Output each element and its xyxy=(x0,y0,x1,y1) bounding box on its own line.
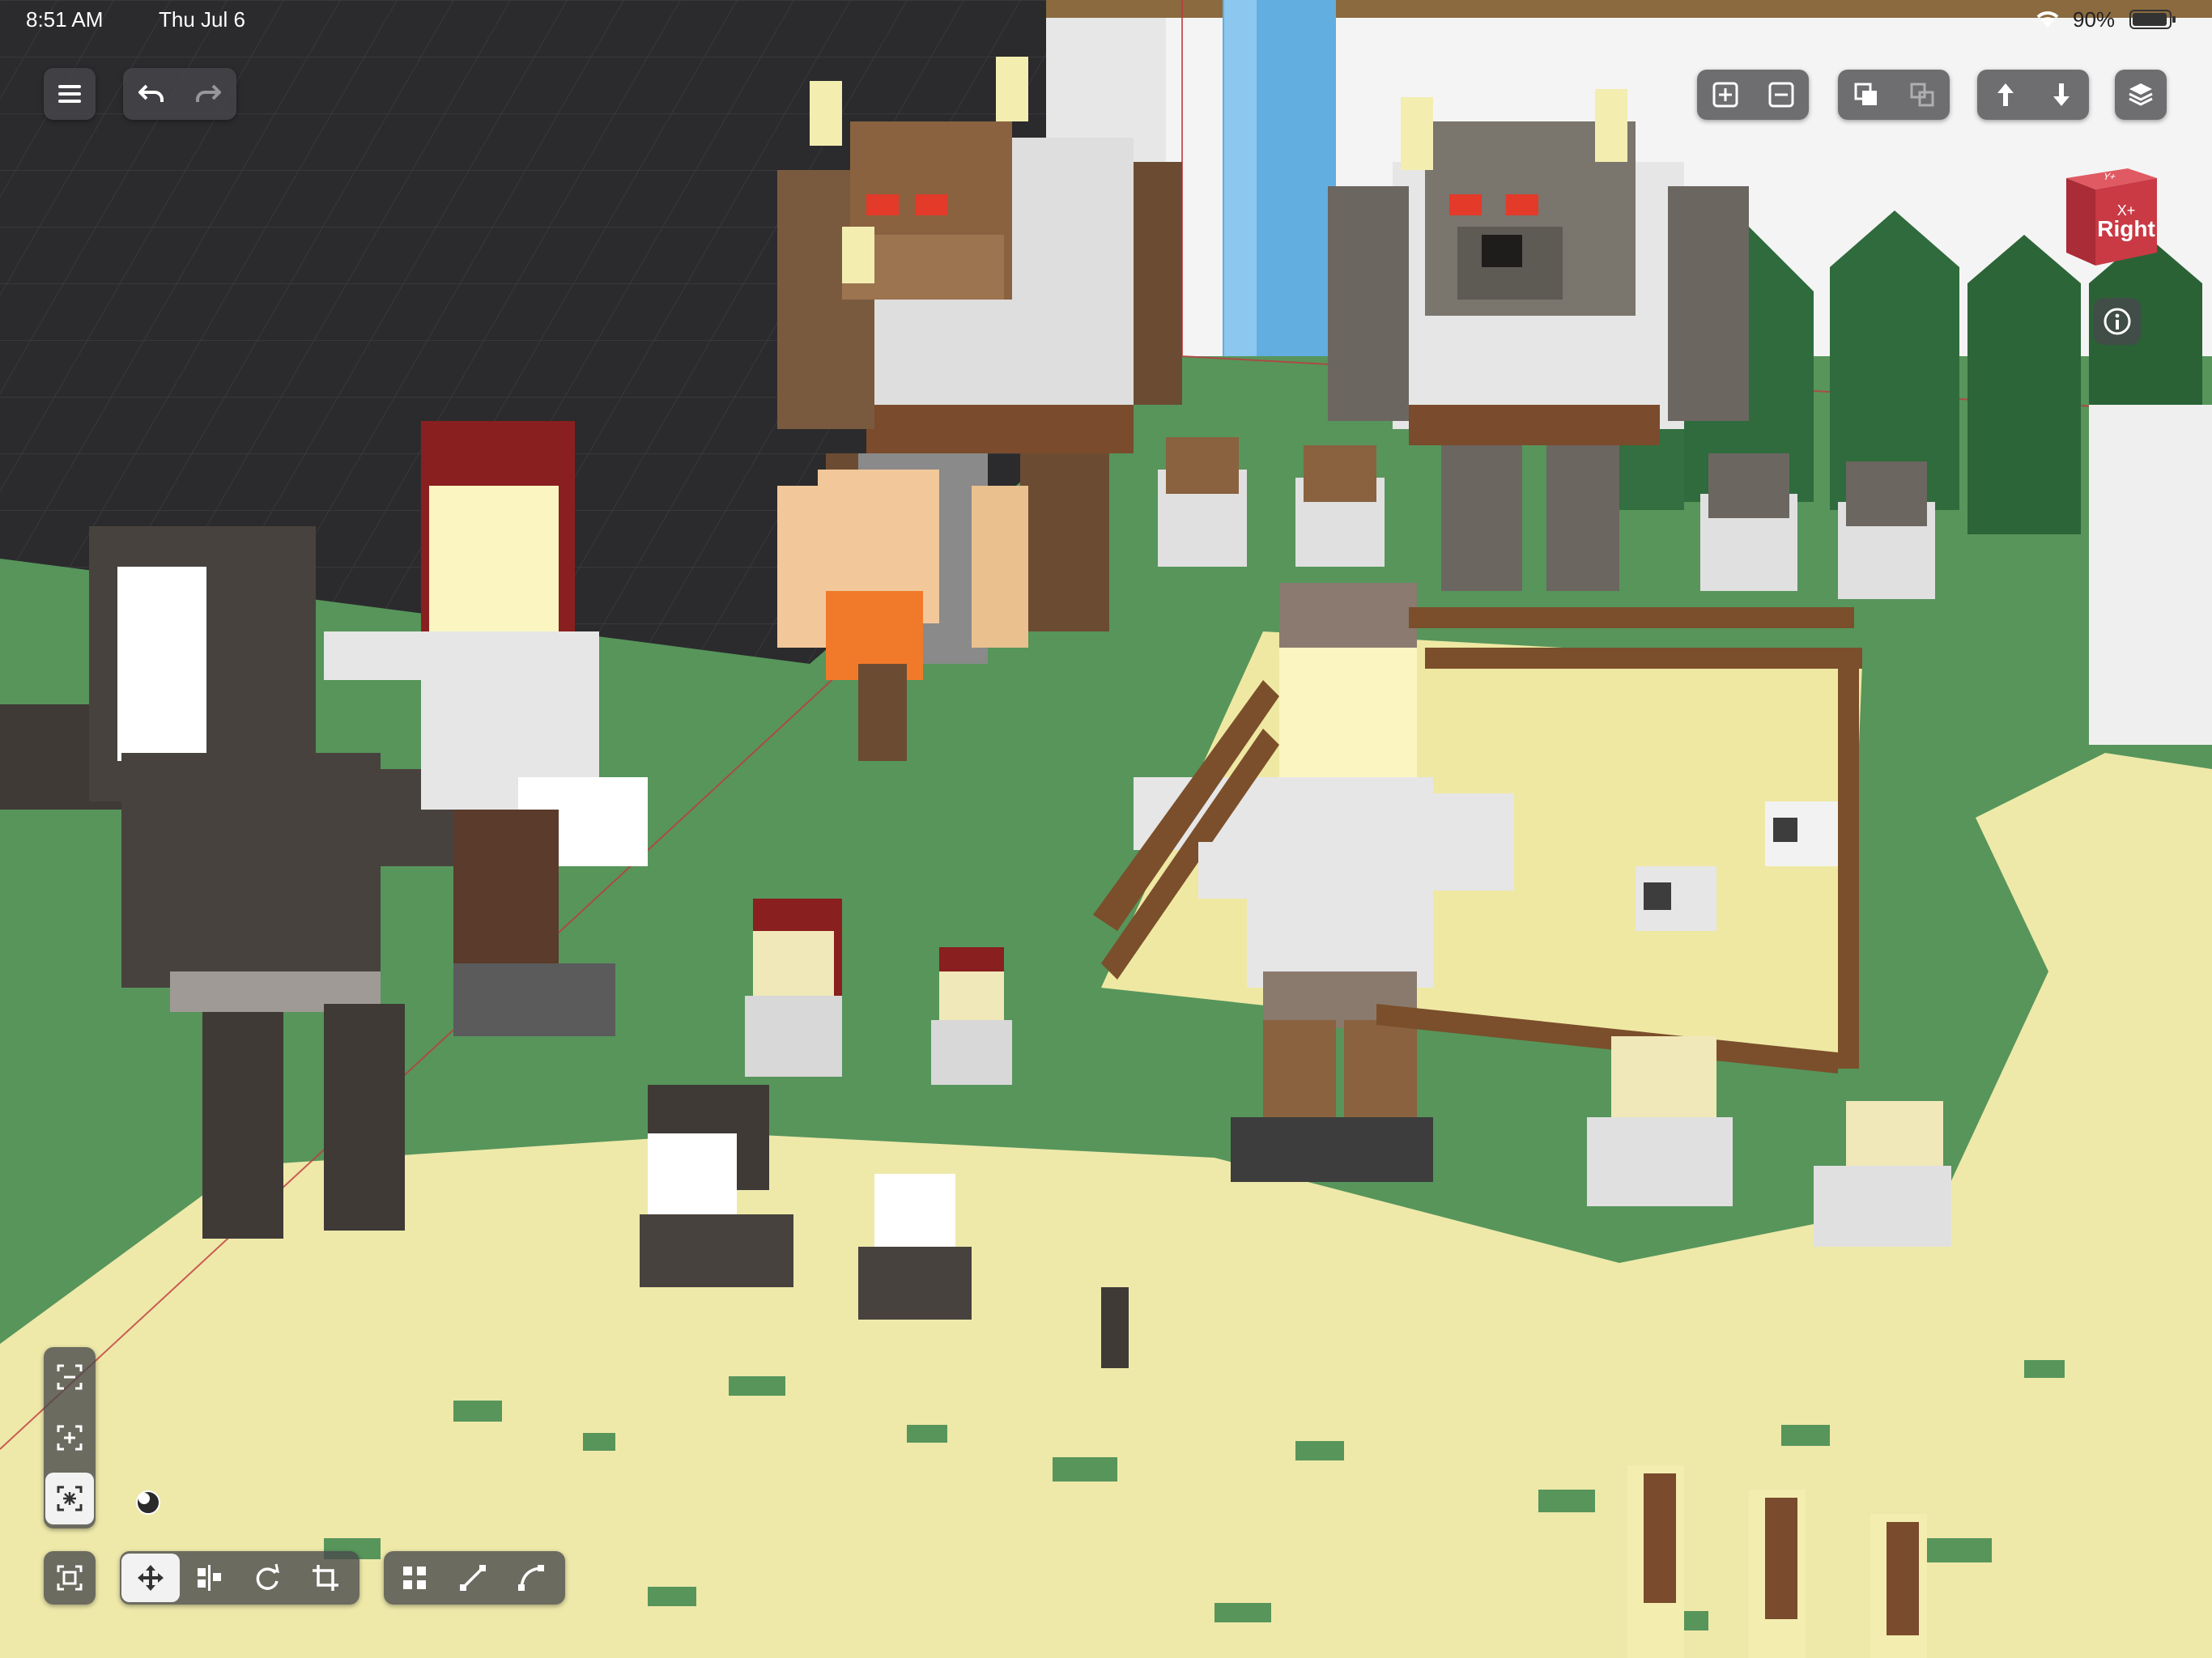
focus-group xyxy=(44,1551,96,1605)
grid-tool-button[interactable] xyxy=(385,1554,444,1602)
merge-button[interactable] xyxy=(1838,70,1894,119)
status-time: 8:51 AM xyxy=(26,7,104,32)
hamburger-icon xyxy=(58,85,81,103)
transform-tools xyxy=(120,1551,359,1605)
select-magic-icon xyxy=(57,1486,83,1511)
selection-tools xyxy=(44,1347,96,1528)
history-group xyxy=(123,68,236,120)
select-frame-button[interactable] xyxy=(45,1351,94,1403)
rotate-tool-button[interactable] xyxy=(238,1554,296,1602)
arrow-up-icon xyxy=(1997,83,2014,106)
crop-icon xyxy=(313,1565,338,1591)
subtract-button[interactable] xyxy=(1753,70,1809,119)
crop-tool-button[interactable] xyxy=(296,1554,355,1602)
line-icon xyxy=(460,1565,486,1591)
mirror-icon xyxy=(198,1565,221,1591)
curve-icon xyxy=(518,1565,544,1591)
focus-button[interactable] xyxy=(44,1554,96,1602)
redo-button[interactable] xyxy=(180,70,236,118)
move-up-button[interactable] xyxy=(1977,70,2033,119)
layers-button[interactable] xyxy=(2115,70,2167,119)
menu-group xyxy=(44,68,96,120)
view-cube[interactable]: Y+ X+ Right xyxy=(2057,162,2162,271)
zoom-in-square-icon xyxy=(1712,82,1738,108)
move-down-button[interactable] xyxy=(2033,70,2089,119)
layer-edit-group xyxy=(1697,70,1809,120)
material-button[interactable] xyxy=(123,1477,173,1527)
right-edge-block xyxy=(2089,405,2212,745)
material-sphere-icon xyxy=(136,1490,160,1515)
move-tool-button[interactable] xyxy=(121,1554,180,1602)
grid-icon xyxy=(403,1567,426,1589)
redo-icon xyxy=(196,84,221,102)
mirror-tool-button[interactable] xyxy=(180,1554,238,1602)
layer-combine-group xyxy=(1838,70,1950,120)
battery-percent: 90% xyxy=(2073,7,2116,32)
undo-icon xyxy=(138,84,164,102)
view-cube-face-label: Right xyxy=(2097,216,2155,241)
battery-icon xyxy=(2129,10,2176,29)
draw-tools xyxy=(384,1551,565,1605)
info-button[interactable] xyxy=(2094,298,2141,345)
select-add-icon xyxy=(57,1425,83,1451)
material-group xyxy=(121,1475,175,1528)
merge-layers-icon xyxy=(1854,83,1877,105)
undo-button[interactable] xyxy=(123,70,180,118)
voxel-viewport[interactable] xyxy=(0,0,2212,1658)
rotate-icon xyxy=(256,1563,279,1590)
status-date: Thu Jul 6 xyxy=(159,7,245,32)
focus-frame-icon xyxy=(57,1565,83,1591)
layers-icon xyxy=(2129,83,2153,106)
info-icon xyxy=(2104,308,2131,335)
select-frame-icon xyxy=(57,1364,83,1390)
add-button[interactable] xyxy=(1697,70,1753,119)
move-icon xyxy=(138,1565,164,1591)
wifi-icon xyxy=(2036,11,2059,28)
arrow-down-icon xyxy=(2052,83,2069,106)
status-bar: 8:51 AM Thu Jul 6 90% xyxy=(0,0,2212,39)
layer-order-group xyxy=(1977,70,2089,120)
split-layers-icon xyxy=(1910,83,1933,107)
select-add-button[interactable] xyxy=(45,1412,94,1464)
menu-button[interactable] xyxy=(44,70,96,118)
line-tool-button[interactable] xyxy=(444,1554,502,1602)
curve-tool-button[interactable] xyxy=(502,1554,560,1602)
split-button[interactable] xyxy=(1894,70,1950,119)
select-magic-button[interactable] xyxy=(45,1472,94,1524)
zoom-out-square-icon xyxy=(1768,82,1793,108)
layers-group xyxy=(2115,70,2167,120)
